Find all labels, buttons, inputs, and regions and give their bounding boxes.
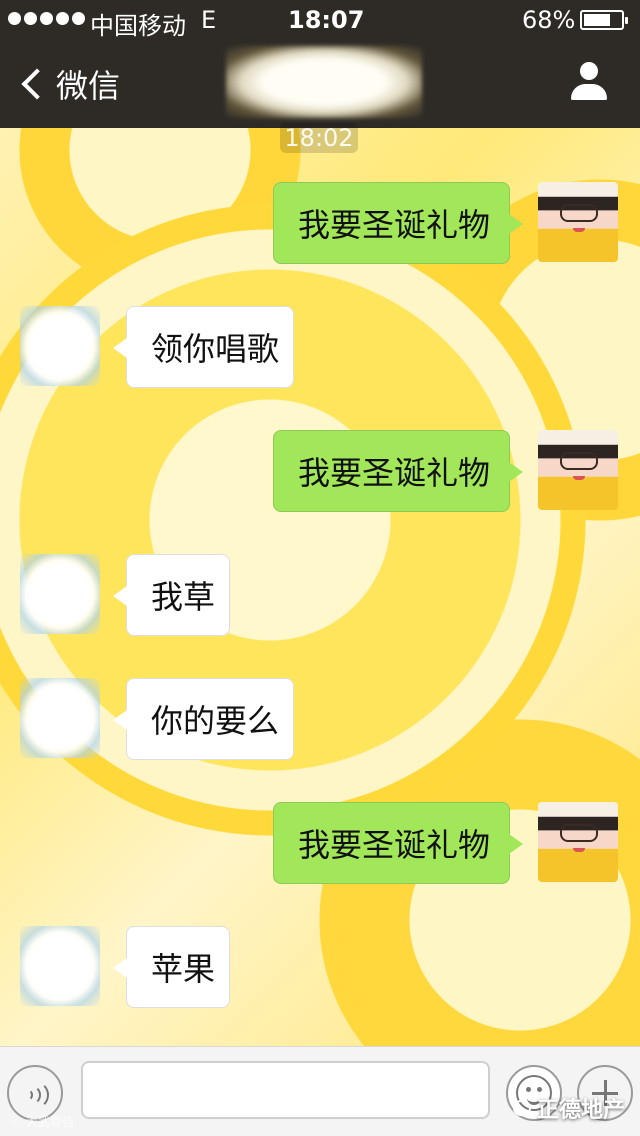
contact-avatar[interactable] bbox=[20, 926, 100, 1006]
watermark-left: ⓒ 大武写信 bbox=[10, 1115, 74, 1129]
message-bubble[interactable]: 领你唱歌 bbox=[113, 306, 294, 388]
carrier-name: 中国移动 bbox=[90, 12, 186, 40]
contact-avatar[interactable] bbox=[20, 678, 100, 758]
wechat-chat-screen: 中国移动 E 18:07 68% 微信 18:02 我要圣诞礼物 领你唱歌 我要… bbox=[0, 0, 640, 1136]
message-bubble[interactable]: 苹果 bbox=[113, 926, 230, 1008]
message-bubble[interactable]: 你的要么 bbox=[113, 678, 294, 760]
watermark-right-label: 正德地产 bbox=[537, 1098, 626, 1123]
message-input[interactable] bbox=[81, 1061, 490, 1119]
back-label: 微信 bbox=[56, 67, 121, 105]
contact-avatar[interactable] bbox=[20, 554, 100, 634]
watermark-right: 正德地产 bbox=[513, 1096, 625, 1123]
sender-avatar[interactable] bbox=[538, 182, 618, 262]
signal-strength-icon bbox=[8, 12, 85, 25]
person-icon bbox=[580, 62, 598, 80]
back-button[interactable]: 微信 bbox=[18, 60, 120, 108]
message-bubble[interactable]: 我要圣诞礼物 bbox=[273, 430, 523, 512]
contact-avatar[interactable] bbox=[20, 306, 100, 386]
battery-percent: 68% bbox=[522, 6, 576, 34]
chevron-left-icon bbox=[21, 68, 53, 100]
status-time: 18:07 bbox=[288, 6, 365, 34]
sender-avatar[interactable] bbox=[538, 430, 618, 510]
voice-icon bbox=[21, 1081, 49, 1109]
message-bubble[interactable]: 我草 bbox=[113, 554, 230, 636]
status-bar: 中国移动 E 18:07 68% bbox=[0, 0, 640, 40]
network-type: E bbox=[201, 6, 217, 34]
contact-profile-button[interactable] bbox=[568, 60, 612, 104]
message-bubble[interactable]: 我要圣诞礼物 bbox=[273, 182, 523, 264]
blurred-contact-title bbox=[226, 46, 422, 118]
chat-header: 微信 bbox=[0, 40, 640, 128]
chat-bubble-icon bbox=[513, 1100, 531, 1116]
message-bubble[interactable]: 我要圣诞礼物 bbox=[273, 802, 523, 884]
message-timestamp: 18:02 bbox=[280, 123, 358, 153]
sender-avatar[interactable] bbox=[538, 802, 618, 882]
battery-icon bbox=[580, 10, 628, 30]
